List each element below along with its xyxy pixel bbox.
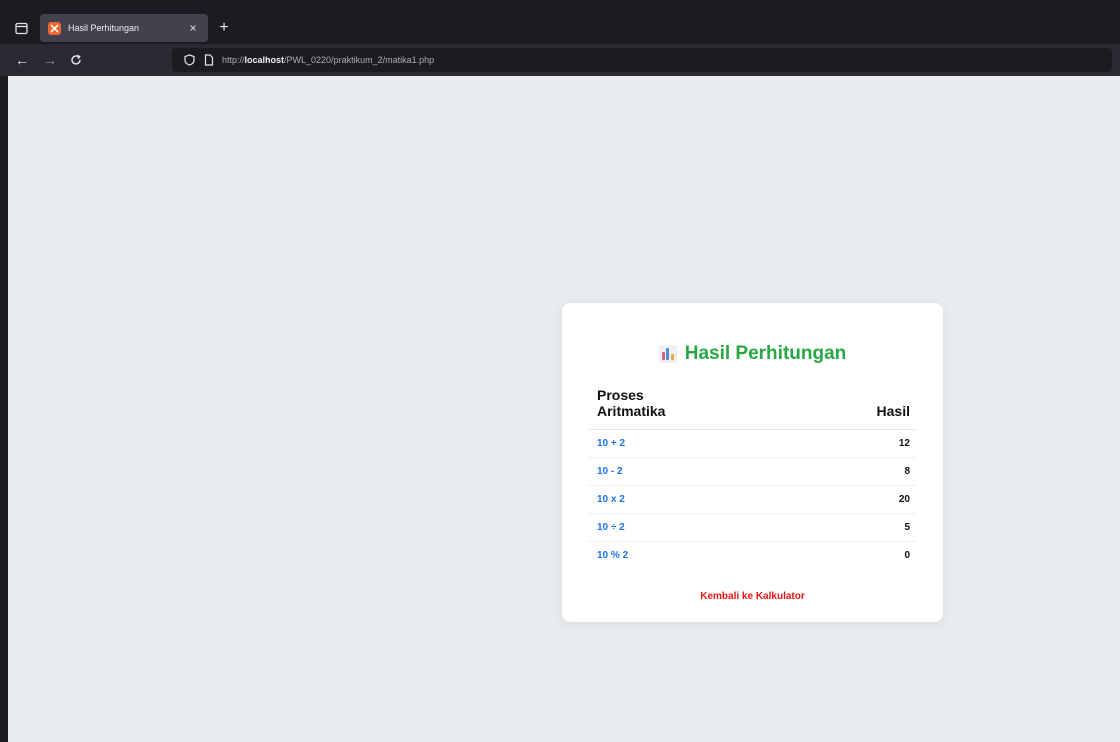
row-process: 10 % 2 — [597, 550, 629, 562]
results-table: Proses Aritmatika Hasil 10 + 2 12 10 - 2… — [589, 385, 916, 570]
table-row: 10 ÷ 2 5 — [589, 513, 916, 542]
card-title-row: Hasil Perhitungan — [562, 343, 943, 365]
tab-close-icon[interactable]: × — [186, 21, 200, 35]
table-row: 10 x 2 20 — [589, 485, 916, 514]
xampp-favicon-icon — [48, 21, 61, 35]
url-path: /PWL_0220/praktikum_2/matika1.php — [284, 55, 435, 65]
row-result: 5 — [709, 513, 916, 542]
result-card: Hasil Perhitungan Proses Aritmatika Hasi… — [562, 303, 943, 622]
table-row: 10 + 2 12 — [589, 429, 916, 458]
row-process: 10 + 2 — [589, 429, 709, 458]
table-row: 10 % 2 0 — [589, 542, 916, 570]
forward-arrow-icon[interactable]: → — [40, 50, 60, 70]
row-process: 10 ÷ 2 — [589, 513, 709, 542]
row-result: 20 — [709, 485, 916, 514]
tab-active[interactable]: Hasil Perhitungan × — [40, 14, 208, 42]
page-title: Hasil Perhitungan — [684, 343, 847, 364]
back-arrow-icon[interactable]: ← — [12, 50, 32, 70]
reload-icon[interactable] — [66, 50, 86, 70]
back-to-calculator-link[interactable]: Kembali ke Kalkulator — [562, 591, 943, 602]
sidebar-toggle-icon[interactable] — [10, 18, 32, 38]
row-process: 10 - 2 — [589, 457, 709, 486]
url-bar[interactable]: http://localhost/PWL_0220/praktikum_2/ma… — [172, 48, 1112, 72]
nav-bar: ← → http://localhost/PWL_0220/praktikum_… — [0, 44, 1120, 76]
bar-chart-icon — [658, 345, 677, 363]
new-tab-icon[interactable]: + — [214, 18, 234, 38]
tab-title: Hasil Perhitungan — [68, 23, 140, 33]
row-result: 12 — [709, 429, 916, 458]
browser-chrome: Hasil Perhitungan × + ← → http://localho… — [0, 0, 1120, 76]
table-header-row: Proses Aritmatika Hasil — [589, 385, 916, 430]
shield-icon[interactable] — [182, 53, 196, 67]
row-result: 0 — [904, 550, 910, 562]
url-text[interactable]: http://localhost/PWL_0220/praktikum_2/ma… — [222, 55, 434, 65]
header-process: Proses Aritmatika — [589, 385, 709, 430]
table-row: 10 - 2 8 — [589, 457, 916, 486]
row-process: 10 x 2 — [589, 485, 709, 514]
page-icon[interactable] — [202, 53, 216, 67]
header-result: Hasil — [709, 385, 916, 430]
url-host: localhost — [244, 55, 285, 65]
tab-bar: Hasil Perhitungan × + — [0, 12, 1120, 44]
page-edge — [0, 76, 8, 742]
url-scheme: http:// — [222, 55, 245, 65]
row-result: 8 — [709, 457, 916, 486]
